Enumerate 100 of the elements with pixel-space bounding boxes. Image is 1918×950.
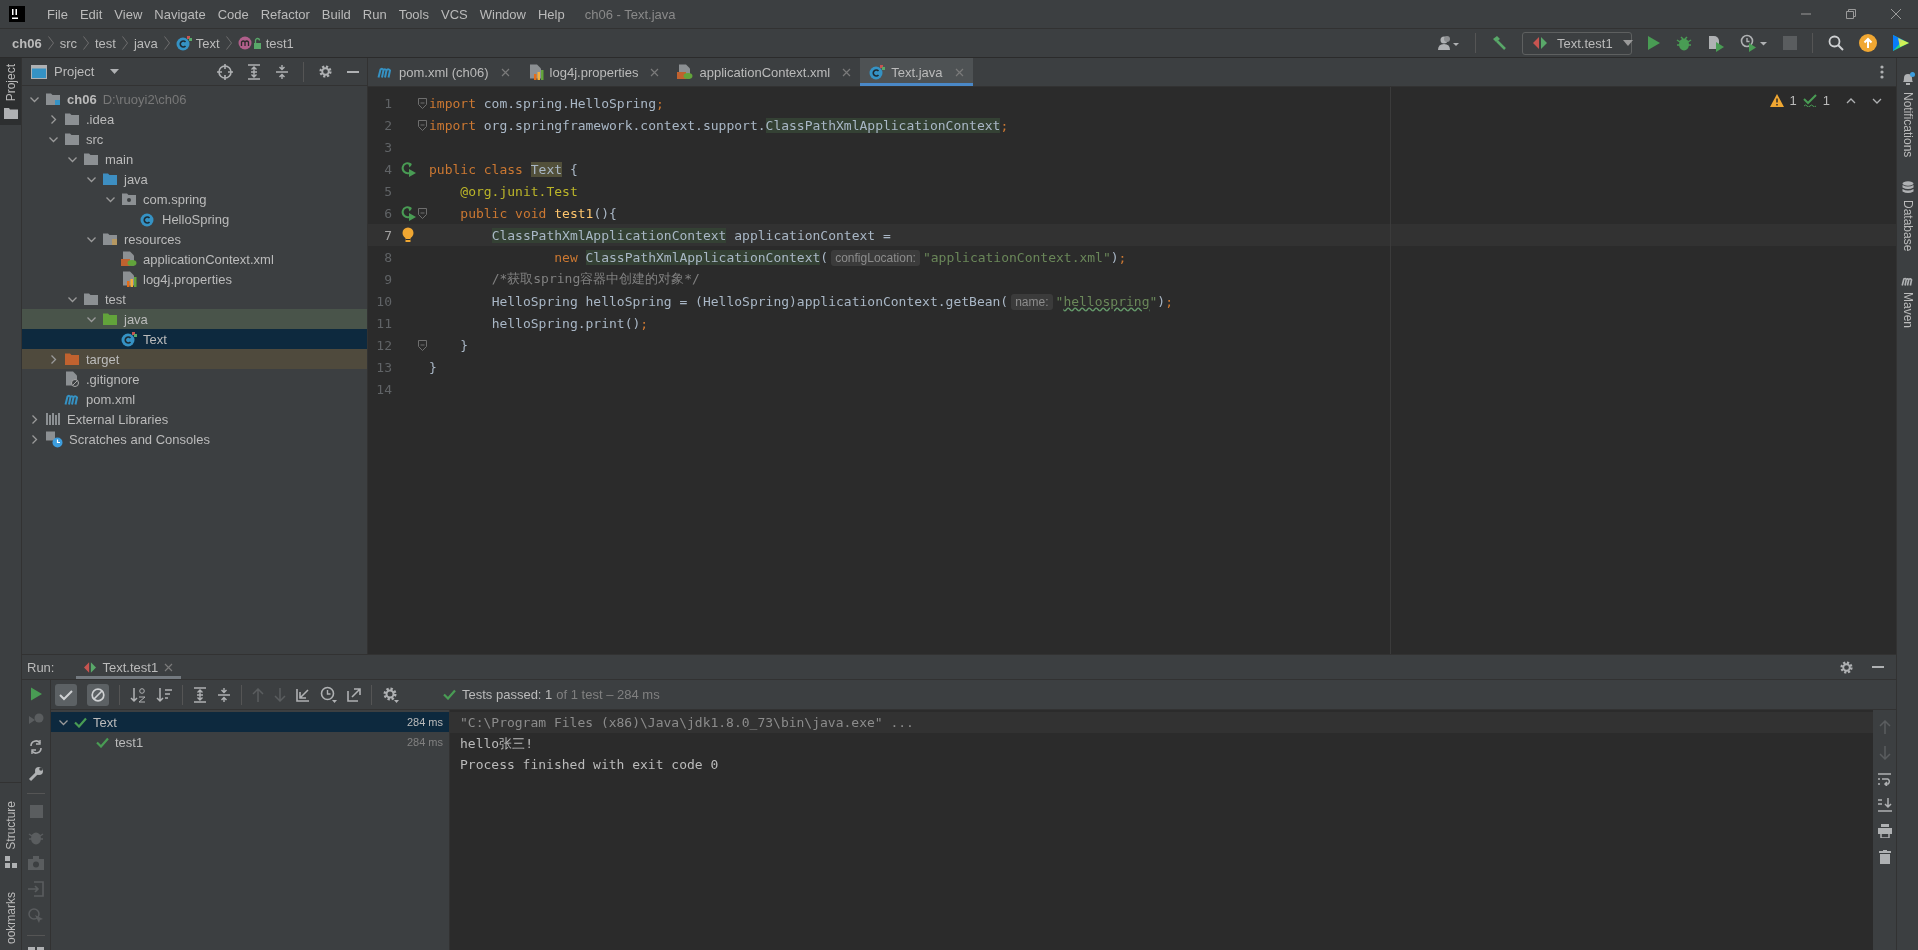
- menu-item[interactable]: View: [108, 3, 149, 25]
- tree-item[interactable]: java: [22, 309, 367, 329]
- bug-icon[interactable]: [1676, 35, 1692, 51]
- soft-wrap-icon[interactable]: [1877, 772, 1892, 786]
- tree-item[interactable]: External Libraries: [22, 409, 367, 429]
- tree-item[interactable]: Text: [22, 329, 367, 349]
- profiler-icon[interactable]: [1740, 34, 1768, 52]
- test-tree-item[interactable]: test1 284 ms: [51, 732, 449, 752]
- menu-item[interactable]: Navigate: [148, 3, 212, 25]
- import-icon[interactable]: [296, 687, 310, 702]
- chevron-down-icon[interactable]: [1872, 97, 1882, 104]
- locate-icon[interactable]: [217, 63, 233, 80]
- fold-icon[interactable]: [418, 119, 427, 131]
- editor-tab[interactable]: Text.java: [860, 58, 973, 86]
- collapse-all-icon[interactable]: [275, 63, 289, 80]
- run-test-icon[interactable]: [400, 205, 416, 221]
- fold-icon[interactable]: [418, 97, 427, 109]
- coverage-icon[interactable]: [1707, 34, 1725, 52]
- show-passed-toggle[interactable]: [55, 683, 77, 706]
- close-icon[interactable]: [842, 67, 852, 77]
- sort-duration-icon[interactable]: [156, 686, 172, 703]
- menu-item[interactable]: Build: [315, 3, 357, 25]
- update-icon[interactable]: [1859, 34, 1877, 52]
- more-icon[interactable]: [1880, 65, 1884, 79]
- breadcrumb-item[interactable]: Text: [173, 35, 222, 51]
- test-tree-item[interactable]: Text 284 ms: [51, 712, 449, 732]
- chevron-up-icon[interactable]: [1846, 97, 1856, 104]
- menu-item[interactable]: Code: [211, 3, 255, 25]
- tree-item[interactable]: HelloSpring: [22, 209, 367, 229]
- search-icon[interactable]: [1828, 35, 1844, 51]
- settings-icon[interactable]: [382, 686, 399, 703]
- tree-item[interactable]: pom.xml: [22, 389, 367, 409]
- menu-item[interactable]: Help: [531, 3, 571, 25]
- tree-item[interactable]: log4j.properties: [22, 269, 367, 289]
- tree-item[interactable]: Scratches and Consoles: [22, 429, 367, 449]
- menu-item[interactable]: Edit: [73, 3, 109, 25]
- breadcrumb-item[interactable]: java: [131, 35, 160, 51]
- run-icon[interactable]: [29, 687, 43, 701]
- refresh-icon[interactable]: [28, 739, 44, 755]
- close-icon[interactable]: [650, 67, 660, 77]
- collapse-all-icon[interactable]: [217, 686, 231, 703]
- fold-icon[interactable]: [418, 339, 427, 351]
- run-configuration-dropdown[interactable]: Text.test1: [1522, 31, 1632, 55]
- menu-item[interactable]: Refactor: [254, 3, 316, 25]
- breadcrumb-item[interactable]: src: [57, 35, 79, 51]
- project-view-dropdown[interactable]: Project: [31, 64, 120, 79]
- tree-item[interactable]: ch06 D:\ruoyi2\ch06: [22, 89, 367, 109]
- tree-item[interactable]: com.spring: [22, 189, 367, 209]
- breadcrumb-item[interactable]: test: [93, 35, 118, 51]
- sort-alpha-icon[interactable]: [130, 686, 146, 703]
- editor-tab[interactable]: log4j.properties: [518, 58, 669, 86]
- tree-item[interactable]: java: [22, 169, 367, 189]
- close-icon[interactable]: [1890, 8, 1902, 20]
- tool-window-tab[interactable]: ookmarks: [0, 886, 21, 950]
- fold-icon[interactable]: [418, 207, 427, 219]
- tree-item[interactable]: test: [22, 289, 367, 309]
- tree-item[interactable]: applicationContext.xml: [22, 249, 367, 269]
- weak-warning-count[interactable]: 1: [1822, 93, 1830, 108]
- menu-item[interactable]: VCS: [435, 3, 474, 25]
- tree-item[interactable]: resources: [22, 229, 367, 249]
- run-icon[interactable]: [1647, 35, 1661, 51]
- close-icon[interactable]: [500, 67, 510, 77]
- breadcrumb-item[interactable]: ch06: [10, 35, 44, 51]
- tool-window-tab[interactable]: Structure: [0, 795, 21, 874]
- tree-item[interactable]: .gitignore: [22, 369, 367, 389]
- scroll-to-end-icon[interactable]: [1877, 798, 1892, 812]
- printer-icon[interactable]: [1877, 824, 1892, 838]
- hammer-icon[interactable]: [1491, 35, 1507, 51]
- tree-item[interactable]: main: [22, 149, 367, 169]
- menu-item[interactable]: Tools: [392, 3, 435, 25]
- editor-tab[interactable]: applicationContext.xml: [668, 58, 861, 86]
- tool-window-tab[interactable]: Maven: [1897, 269, 1918, 334]
- history-icon[interactable]: [320, 686, 337, 703]
- warning-count[interactable]: 1: [1789, 93, 1797, 108]
- menu-item[interactable]: Window: [473, 3, 532, 25]
- tool-window-tab[interactable]: Database: [1897, 175, 1918, 258]
- wrench-icon[interactable]: [28, 766, 44, 782]
- expand-all-icon[interactable]: [247, 63, 261, 80]
- run-test-icon[interactable]: [400, 161, 416, 177]
- editor-tab[interactable]: pom.xml (ch06): [368, 58, 519, 86]
- expand-all-icon[interactable]: [193, 686, 207, 703]
- tree-item[interactable]: src: [22, 129, 367, 149]
- menu-item[interactable]: File: [41, 3, 74, 25]
- bulb-icon[interactable]: [402, 227, 414, 243]
- minimize-icon[interactable]: [347, 70, 359, 73]
- toolbox-icon[interactable]: [1892, 34, 1910, 52]
- settings-icon[interactable]: [1839, 659, 1854, 675]
- tree-item[interactable]: .idea: [22, 109, 367, 129]
- close-icon[interactable]: [164, 662, 174, 672]
- show-ignored-toggle[interactable]: [87, 683, 109, 706]
- user-icon[interactable]: [1438, 35, 1460, 51]
- trash-icon[interactable]: [1878, 850, 1891, 864]
- tool-window-tab[interactable]: Project: [0, 58, 21, 126]
- tool-window-tab[interactable]: Notifications: [1897, 66, 1918, 164]
- breadcrumb-item[interactable]: test1: [235, 35, 296, 51]
- restore-icon[interactable]: [1845, 8, 1857, 20]
- menu-item[interactable]: Run: [356, 3, 393, 25]
- run-tab[interactable]: Text.test1: [76, 655, 182, 679]
- tree-item[interactable]: target: [22, 349, 367, 369]
- settings-icon[interactable]: [318, 64, 333, 79]
